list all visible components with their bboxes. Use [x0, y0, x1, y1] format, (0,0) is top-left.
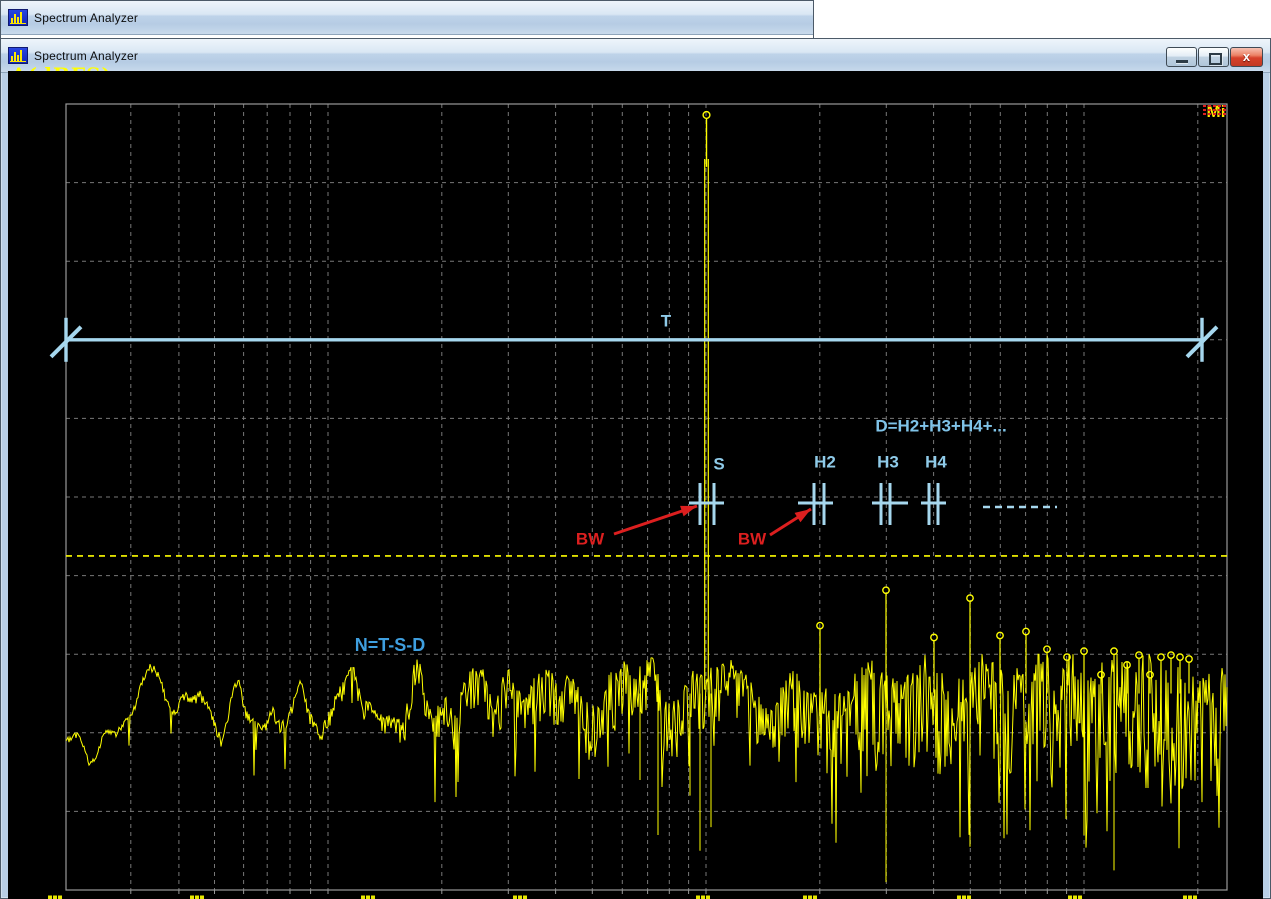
clipped-xtick-label [696, 896, 700, 899]
clipped-xtick-label [957, 896, 961, 899]
mi-watermark-hatch [1203, 113, 1227, 115]
desktop: { "background_window": { "title": "Spect… [0, 0, 1271, 899]
clipped-xtick-label [706, 896, 710, 899]
clipped-xtick-label [808, 896, 812, 899]
spectrum-plot[interactable]: A(dBFS) 0-20-40-60-80-100-120-140-160-18… [0, 0, 1271, 899]
annotation-H4: H4 [925, 452, 947, 471]
plot-background [8, 71, 1263, 899]
clipped-xtick-label [523, 896, 527, 899]
clipped-xtick-label [962, 896, 966, 899]
mi-watermark-hatch [1203, 109, 1227, 111]
spectrum-chart-svg[interactable]: T S H2 H3 H4 D=H2+H3+H4+... N=T-S-D BW BW [0, 0, 1271, 899]
clipped-xtick-label [53, 896, 57, 899]
clipped-xtick-label [190, 896, 194, 899]
clipped-xtick-label [813, 896, 817, 899]
mi-watermark-hatch [1203, 105, 1227, 107]
clipped-xtick-label [366, 896, 370, 899]
annotation-S: S [713, 454, 724, 473]
clipped-xtick-label [1193, 896, 1197, 899]
clipped-xtick-label [1073, 896, 1077, 899]
clipped-xtick-label [803, 896, 807, 899]
annotation-T: T [661, 311, 672, 330]
clipped-xtick-label [371, 896, 375, 899]
mi-watermark: Mi [1202, 102, 1230, 122]
clipped-xtick-label [195, 896, 199, 899]
clipped-xtick-label [58, 896, 62, 899]
annotation-N-T-S-D: N=T-S-D [355, 635, 426, 655]
clipped-xtick-label [48, 896, 52, 899]
annotation-D-H2-H3-H4-: D=H2+H3+H4+... [875, 416, 1006, 435]
clipped-xtick-label [1188, 896, 1192, 899]
clipped-xtick-label [1068, 896, 1072, 899]
annotation-H3: H3 [877, 452, 899, 471]
clipped-xtick-label [1078, 896, 1082, 899]
clipped-xtick-label [701, 896, 705, 899]
clipped-xtick-label [967, 896, 971, 899]
clipped-xtick-label [513, 896, 517, 899]
annotation-BW: BW [576, 529, 605, 548]
annotation-BW: BW [738, 529, 767, 548]
clipped-xtick-label [1183, 896, 1187, 899]
annotation-H2: H2 [814, 452, 836, 471]
clipped-xtick-label [361, 896, 365, 899]
clipped-xtick-label [200, 896, 204, 899]
clipped-xtick-label [518, 896, 522, 899]
